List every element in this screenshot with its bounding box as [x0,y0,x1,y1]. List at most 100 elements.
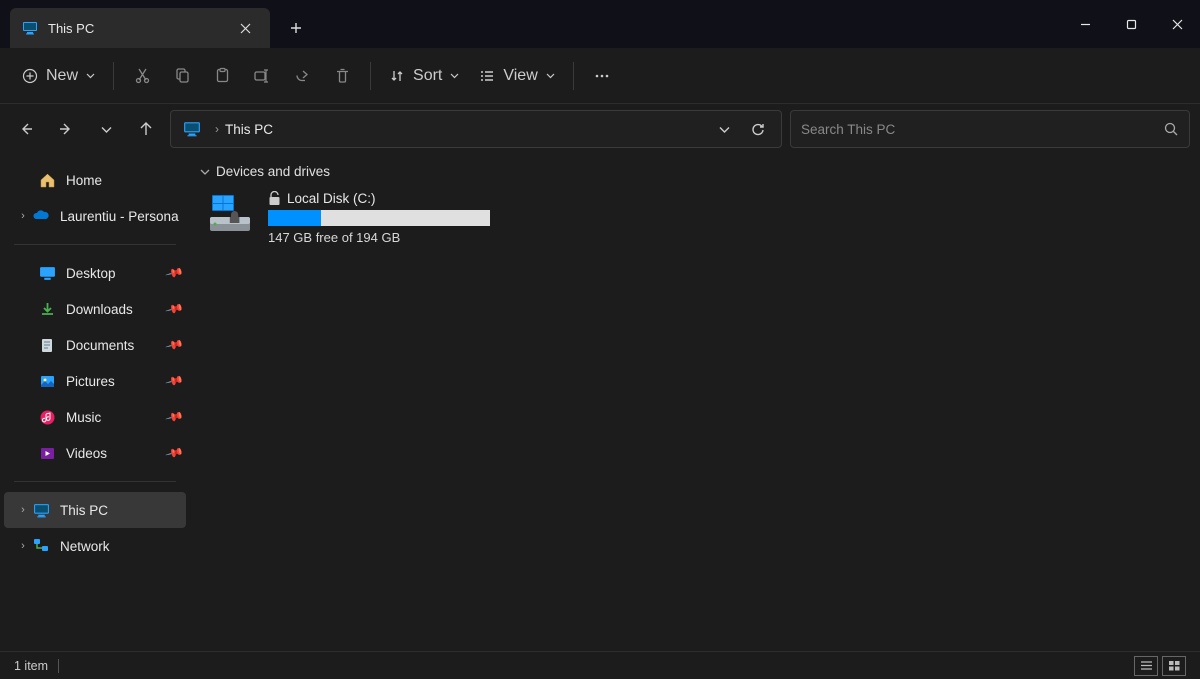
sidebar-item-label: Documents [66,338,134,353]
minimize-button[interactable] [1062,4,1108,44]
up-button[interactable] [130,113,162,145]
sidebar-item-videos[interactable]: Videos 📌 [0,435,190,471]
toolbar: New Sort View [0,48,1200,104]
sidebar-item-label: Music [66,410,101,425]
drive-usage-fill [268,210,321,226]
rename-button[interactable] [242,56,282,96]
group-header-devices[interactable]: Devices and drives [196,164,1194,179]
refresh-button[interactable] [741,112,775,146]
status-separator [58,659,59,673]
desktop-icon [38,264,56,282]
toolbar-separator [113,62,114,90]
drive-usage-bar [268,210,490,226]
address-text: This PC [225,122,273,137]
title-bar: This PC [0,0,1200,48]
onedrive-icon [32,207,50,225]
sidebar-item-pictures[interactable]: Pictures 📌 [0,363,190,399]
body: Home › Laurentiu - Persona Desktop 📌 Dow… [0,154,1200,651]
nav-bar: › This PC [0,104,1200,154]
pin-icon: 📌 [165,407,185,427]
videos-icon [38,444,56,462]
toolbar-separator [573,62,574,90]
sidebar-item-this-pc[interactable]: › This PC [4,492,186,528]
chevron-right-icon: › [14,540,32,552]
sidebar-item-label: Network [60,539,110,554]
delete-button[interactable] [322,56,362,96]
network-icon [32,537,50,555]
status-item-count: 1 item [14,659,48,673]
maximize-button[interactable] [1108,4,1154,44]
address-dropdown-button[interactable] [707,112,741,146]
status-bar: 1 item [0,651,1200,679]
sidebar-item-documents[interactable]: Documents 📌 [0,327,190,363]
sidebar-item-label: Pictures [66,374,115,389]
chevron-right-icon: › [14,504,32,516]
chevron-down-icon [200,167,210,177]
pin-icon: 📌 [165,371,185,391]
sidebar-item-home[interactable]: Home [0,162,190,198]
sort-label: Sort [413,67,442,85]
sidebar-item-label: Home [66,173,102,188]
recent-button[interactable] [90,113,122,145]
window-controls [1062,4,1200,44]
sidebar-item-network[interactable]: › Network [0,528,190,564]
sidebar-item-label: This PC [60,503,108,518]
search-input[interactable] [801,122,1164,137]
tab-label: This PC [48,21,232,36]
content-area: Devices and drives Loc [190,154,1200,651]
monitor-icon [183,120,201,138]
sidebar-item-music[interactable]: Music 📌 [0,399,190,435]
share-button[interactable] [282,56,322,96]
details-view-button[interactable] [1134,656,1158,676]
view-label: View [503,67,537,85]
sidebar-item-label: Videos [66,446,107,461]
toolbar-separator [370,62,371,90]
chevron-right-icon: › [215,122,219,136]
pin-icon: 📌 [165,299,185,319]
pin-icon: 📌 [165,335,185,355]
monitor-icon [22,20,38,36]
pin-icon: 📌 [165,263,185,283]
chevron-right-icon: › [14,210,32,222]
sidebar-item-label: Downloads [66,302,133,317]
home-icon [38,171,56,189]
monitor-icon [32,501,50,519]
sidebar-item-personal[interactable]: › Laurentiu - Persona [0,198,190,234]
search-box[interactable] [790,110,1190,148]
sidebar-item-downloads[interactable]: Downloads 📌 [0,291,190,327]
new-label: New [46,67,78,85]
sidebar-item-desktop[interactable]: Desktop 📌 [0,255,190,291]
forward-button[interactable] [50,113,82,145]
sidebar-item-label: Desktop [66,266,116,281]
drive-icon [210,193,258,233]
address-bar[interactable]: › This PC [170,110,782,148]
paste-button[interactable] [202,56,242,96]
music-icon [38,408,56,426]
tab-this-pc[interactable]: This PC [10,8,270,48]
new-tab-button[interactable] [276,8,316,48]
pictures-icon [38,372,56,390]
view-button[interactable]: View [469,56,564,96]
group-label: Devices and drives [216,164,330,179]
sidebar-item-label: Laurentiu - Persona [60,209,179,224]
thumbnails-view-button[interactable] [1162,656,1186,676]
drive-name: Local Disk (C:) [268,191,512,206]
copy-button[interactable] [162,56,202,96]
sort-button[interactable]: Sort [379,56,469,96]
drive-subtext: 147 GB free of 194 GB [268,230,512,245]
close-tab-button[interactable] [232,15,258,41]
close-window-button[interactable] [1154,4,1200,44]
documents-icon [38,336,56,354]
sidebar-divider [14,481,176,482]
more-button[interactable] [582,56,622,96]
new-button[interactable]: New [12,56,105,96]
sidebar: Home › Laurentiu - Persona Desktop 📌 Dow… [0,154,190,651]
back-button[interactable] [10,113,42,145]
drive-item-c[interactable]: Local Disk (C:) 147 GB free of 194 GB [196,185,516,251]
cut-button[interactable] [122,56,162,96]
sidebar-divider [14,244,176,245]
downloads-icon [38,300,56,318]
unlock-icon [268,191,281,206]
pin-icon: 📌 [165,443,185,463]
drive-body: Local Disk (C:) 147 GB free of 194 GB [268,191,512,245]
